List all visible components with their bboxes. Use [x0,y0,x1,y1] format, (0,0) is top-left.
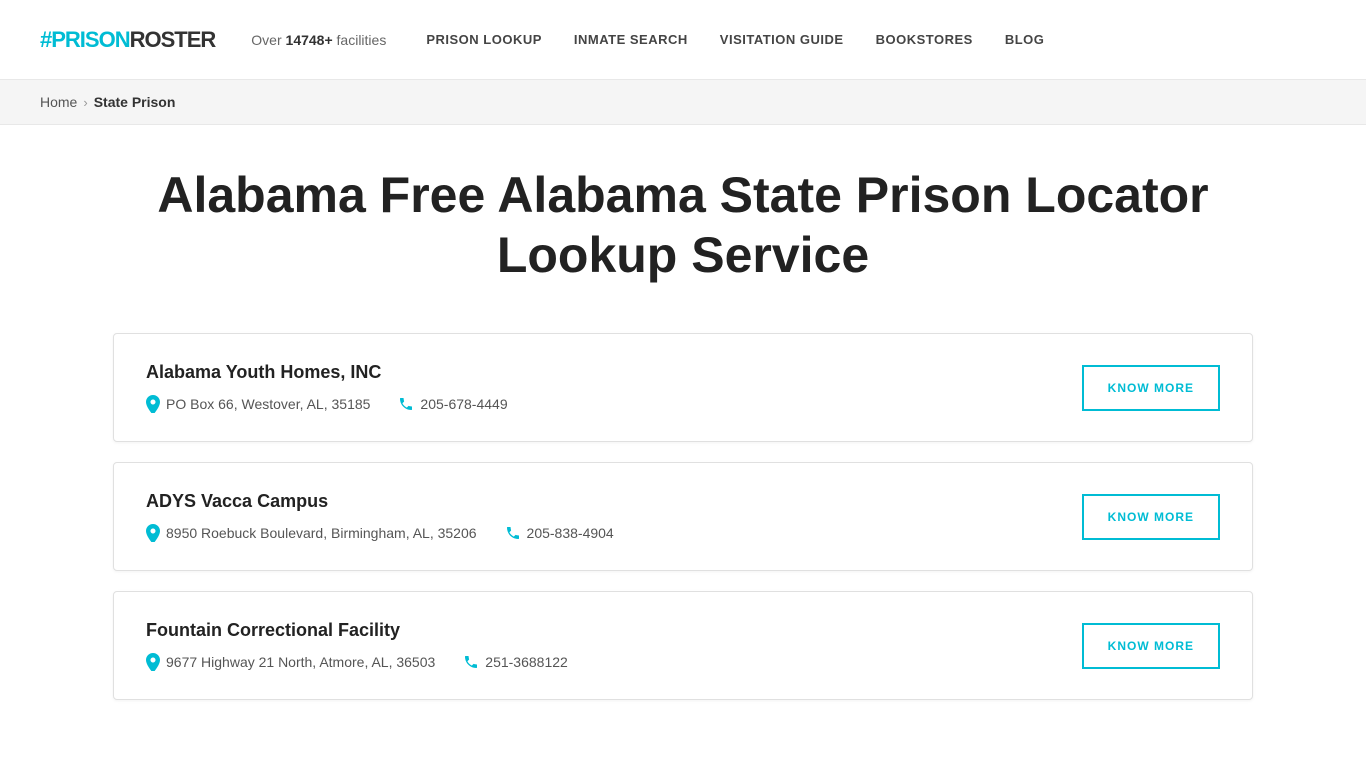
breadcrumb-separator: › [83,95,87,110]
facility-address: 9677 Highway 21 North, Atmore, AL, 36503 [146,653,435,671]
facility-address: 8950 Roebuck Boulevard, Birmingham, AL, … [146,524,477,542]
site-header: #PRISONROSTER Over 14748+ facilities PRI… [0,0,1366,80]
facility-name: ADYS Vacca Campus [146,491,1082,512]
facility-name: Fountain Correctional Facility [146,620,1082,641]
address-text: PO Box 66, Westover, AL, 35185 [166,396,370,412]
phone-text: 205-678-4449 [420,396,507,412]
page-title: Alabama Free Alabama State Prison Locato… [113,165,1253,285]
breadcrumb-bar: Home › State Prison [0,80,1366,125]
know-more-button[interactable]: KNOW MORE [1082,623,1220,669]
breadcrumb-home[interactable]: Home [40,94,77,110]
facility-phone: 251-3688122 [463,654,568,670]
facility-details: 8950 Roebuck Boulevard, Birmingham, AL, … [146,524,1082,542]
facility-details: PO Box 66, Westover, AL, 35185 205-678-4… [146,395,1082,413]
facility-info: Fountain Correctional Facility 9677 High… [146,620,1082,671]
main-content: Alabama Free Alabama State Prison Locato… [93,125,1273,760]
facilities-count: 14748+ [286,32,333,48]
phone-icon [505,525,521,541]
know-more-button[interactable]: KNOW MORE [1082,494,1220,540]
facility-details: 9677 Highway 21 North, Atmore, AL, 36503… [146,653,1082,671]
facility-card: ADYS Vacca Campus 8950 Roebuck Boulevard… [113,462,1253,571]
address-text: 8950 Roebuck Boulevard, Birmingham, AL, … [166,525,477,541]
phone-text: 205-838-4904 [527,525,614,541]
pin-icon [146,395,160,413]
nav-visitation-guide[interactable]: VISITATION GUIDE [720,32,844,47]
facilities-count-text: Over 14748+ facilities [251,32,386,48]
breadcrumb-current: State Prison [94,94,176,110]
nav-blog[interactable]: BLOG [1005,32,1045,47]
know-more-button[interactable]: KNOW MORE [1082,365,1220,411]
facility-name: Alabama Youth Homes, INC [146,362,1082,383]
site-logo[interactable]: #PRISONROSTER [40,27,215,53]
phone-icon [463,654,479,670]
main-nav: PRISON LOOKUP INMATE SEARCH VISITATION G… [426,32,1326,47]
nav-bookstores[interactable]: BOOKSTORES [876,32,973,47]
pin-icon [146,653,160,671]
nav-inmate-search[interactable]: INMATE SEARCH [574,32,688,47]
breadcrumb: Home › State Prison [40,94,1326,110]
facility-phone: 205-838-4904 [505,525,614,541]
nav-prison-lookup[interactable]: PRISON LOOKUP [426,32,542,47]
pin-icon [146,524,160,542]
logo-prison: PRISON [51,27,129,53]
facility-info: ADYS Vacca Campus 8950 Roebuck Boulevard… [146,491,1082,542]
facility-phone: 205-678-4449 [398,396,507,412]
facility-card: Alabama Youth Homes, INC PO Box 66, West… [113,333,1253,442]
address-text: 9677 Highway 21 North, Atmore, AL, 36503 [166,654,435,670]
facility-info: Alabama Youth Homes, INC PO Box 66, West… [146,362,1082,413]
facility-address: PO Box 66, Westover, AL, 35185 [146,395,370,413]
logo-roster: ROSTER [130,27,216,53]
logo-hash: # [40,27,51,53]
phone-icon [398,396,414,412]
phone-text: 251-3688122 [485,654,568,670]
facility-card: Fountain Correctional Facility 9677 High… [113,591,1253,700]
